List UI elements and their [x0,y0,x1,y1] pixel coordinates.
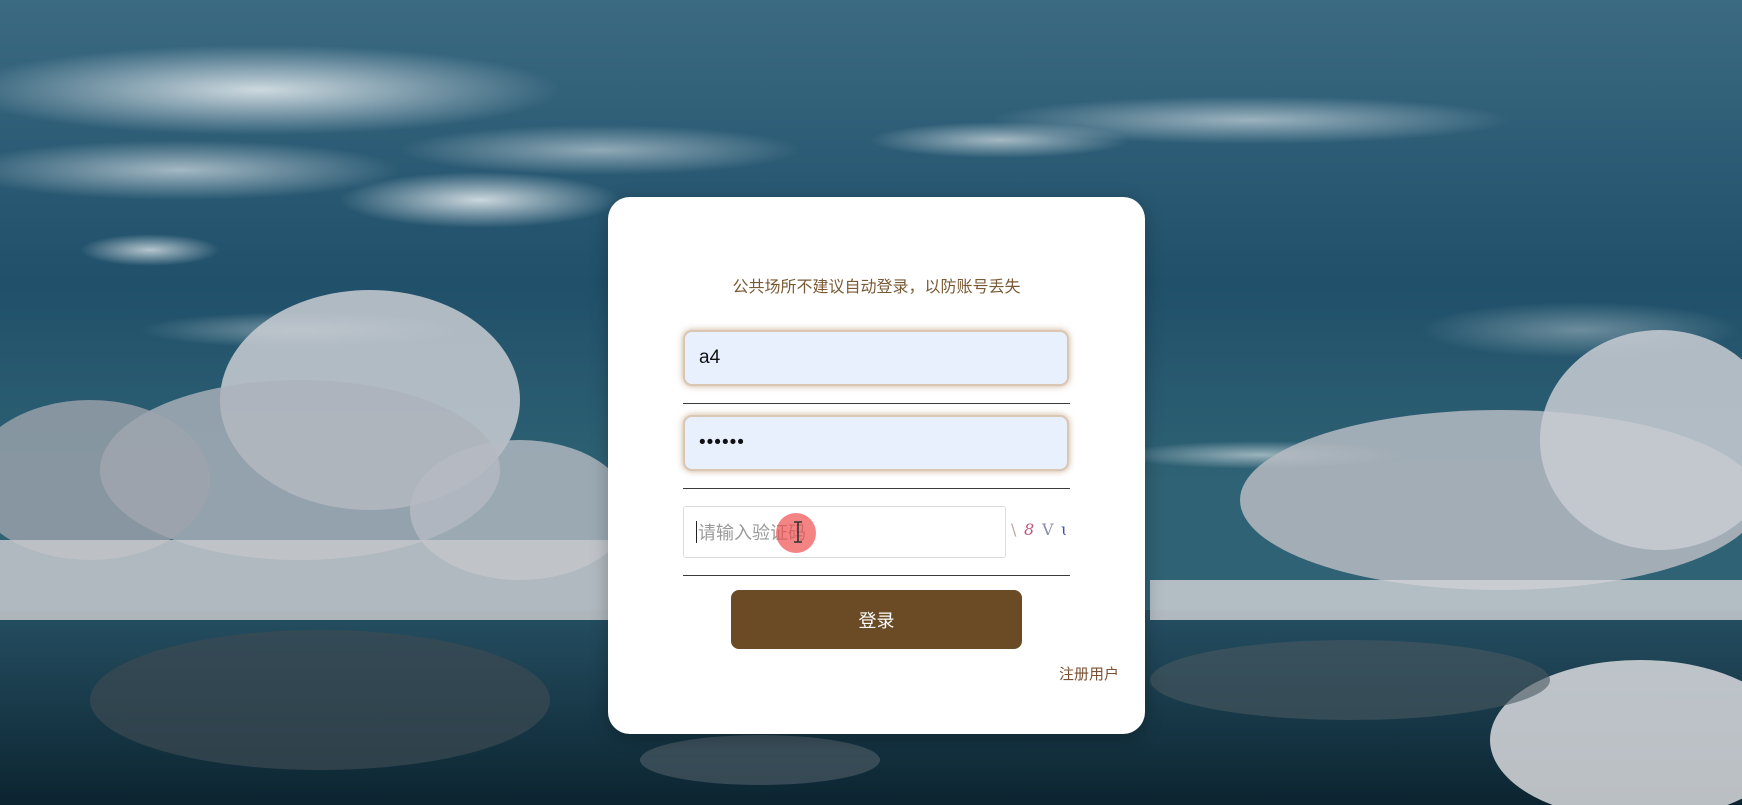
captcha-char: V [1042,520,1054,539]
divider [683,403,1070,404]
login-button[interactable]: 登录 [731,590,1022,649]
username-input[interactable]: a4 [683,330,1069,386]
captcha-char: ɩ [1061,520,1068,539]
security-notice: 公共场所不建议自动登录，以防账号丢失 [732,277,1021,296]
login-page: 公共场所不建议自动登录，以防账号丢失 a4 •••••• 请输入验证码 \ 8 … [0,0,1742,805]
text-caret [696,521,697,543]
password-input[interactable]: •••••• [683,415,1069,471]
captcha-placeholder: 请输入验证码 [698,523,806,544]
captcha-char: 8 [1024,520,1035,539]
login-card: 公共场所不建议自动登录，以防账号丢失 a4 •••••• 请输入验证码 \ 8 … [608,197,1145,734]
divider [683,488,1070,489]
divider [683,575,1070,576]
captcha-char: \ [1011,520,1017,539]
password-value: •••••• [699,432,745,453]
register-link[interactable]: 注册用户 [1059,663,1119,684]
captcha-image[interactable]: \ 8 V ɩ [1011,520,1071,546]
username-value: a4 [699,347,721,368]
captcha-input[interactable]: 请输入验证码 [683,506,1006,558]
